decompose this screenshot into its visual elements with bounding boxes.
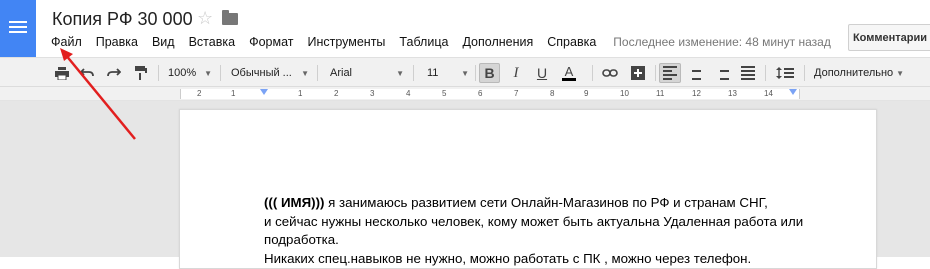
font-size-value: 11 [427,67,439,79]
ruler-number: 2 [197,89,202,98]
body-line-1: ((( ИМЯ))) я занимаюсь развитием сети Он… [264,194,824,213]
undo-icon[interactable] [77,63,97,83]
menu-bar: Файл Правка Вид Вставка Формат Инструмен… [44,34,831,50]
ruler-row: 2 1 1 2 3 4 5 6 7 8 9 10 11 12 13 14 [0,87,930,101]
header: Копия РФ 30 000 ☆ Файл Правка Вид Вставк… [0,0,930,57]
chevron-down-icon: ▼ [301,68,309,78]
document-title[interactable]: Копия РФ 30 000 [52,9,193,30]
body-line-2: и сейчас нужны несколько человек, кому м… [264,213,804,229]
text-color-letter: A [564,64,574,79]
document-body[interactable]: ((( ИМЯ))) я занимаюсь развитием сети Он… [264,194,824,268]
bold-button[interactable]: B [479,63,500,83]
ruler-number: 11 [656,89,665,98]
ruler[interactable]: 2 1 1 2 3 4 5 6 7 8 9 10 11 12 13 14 [180,89,800,99]
paragraph-style-value: Обычный ... [231,67,292,79]
redo-icon[interactable] [104,63,124,83]
ruler-number: 8 [550,89,555,98]
ruler-number: 1 [231,89,236,98]
ruler-number: 12 [692,89,701,98]
align-right-button[interactable] [712,63,732,83]
body-line-3: подработка. [264,232,339,248]
body-line-1-text: я занимаюсь развитием сети Онлайн-Магази… [324,195,768,210]
paragraph-style-select[interactable]: Обычный ... ▼ [231,63,311,83]
font-select[interactable]: Arial ▼ [330,63,406,83]
line-spacing-icon[interactable] [770,63,800,83]
ruler-number: 1 [298,89,303,98]
menu-help[interactable]: Справка [540,35,603,49]
zoom-select[interactable]: 100% ▼ [168,63,214,83]
more-options-label: Дополнительно [814,67,894,79]
indent-marker-icon[interactable] [260,89,268,95]
name-placeholder: ((( ИМЯ))) [264,195,325,210]
ruler-number: 10 [620,89,629,98]
star-icon[interactable]: ☆ [197,8,213,29]
chevron-down-icon: ▼ [396,68,404,78]
toolbar: 100% ▼ Обычный ... ▼ Arial ▼ 11 ▼ B I U … [0,57,930,87]
ruler-number: 7 [514,89,519,98]
last-edit-status[interactable]: Последнее изменение: 48 минут назад [603,35,831,49]
document-page[interactable]: ((( ИМЯ))) я занимаюсь развитием сети Он… [179,109,877,269]
chevron-down-icon: ▼ [461,68,469,78]
align-justify-button[interactable] [738,63,758,83]
ruler-number: 3 [370,89,375,98]
more-options-select[interactable]: Дополнительно ▼ [814,63,906,83]
right-indent-marker-icon[interactable] [789,89,797,95]
menu-view[interactable]: Вид [145,35,182,49]
ruler-number: 6 [478,89,483,98]
menu-addons[interactable]: Дополнения [455,35,540,49]
underline-button[interactable]: U [532,63,552,83]
font-size-select[interactable]: 11 ▼ [427,63,471,83]
link-icon[interactable] [600,63,620,83]
ruler-number: 9 [584,89,589,98]
font-value: Arial [330,67,353,79]
text-color-swatch [562,78,576,81]
ruler-number: 2 [334,89,339,98]
align-center-button[interactable] [686,63,706,83]
comments-button[interactable]: Комментарии [848,24,930,51]
menu-file[interactable]: Файл [44,35,89,49]
align-left-button[interactable] [659,63,681,83]
docs-logo-icon[interactable] [0,0,36,57]
menu-edit[interactable]: Правка [89,35,145,49]
menu-format[interactable]: Формат [242,35,300,49]
body-line-4: Никаких спец.навыков не нужно, можно раб… [264,250,752,266]
folder-icon[interactable] [222,10,238,25]
insert-comment-icon[interactable] [628,63,648,83]
menu-insert[interactable]: Вставка [182,35,242,49]
paint-format-icon[interactable] [131,63,151,83]
ruler-number: 5 [442,89,447,98]
chevron-down-icon: ▼ [204,68,212,78]
print-icon[interactable] [52,63,72,83]
menu-tools[interactable]: Инструменты [300,35,392,49]
italic-button[interactable]: I [506,63,526,83]
ruler-number: 13 [728,89,737,98]
ruler-number: 4 [406,89,411,98]
text-color-button[interactable]: A [558,63,580,83]
zoom-value: 100% [168,67,197,79]
menu-table[interactable]: Таблица [392,35,455,49]
ruler-number: 14 [764,89,773,98]
document-canvas: ((( ИМЯ))) я занимаюсь развитием сети Он… [0,101,930,269]
chevron-down-icon: ▼ [896,68,904,78]
